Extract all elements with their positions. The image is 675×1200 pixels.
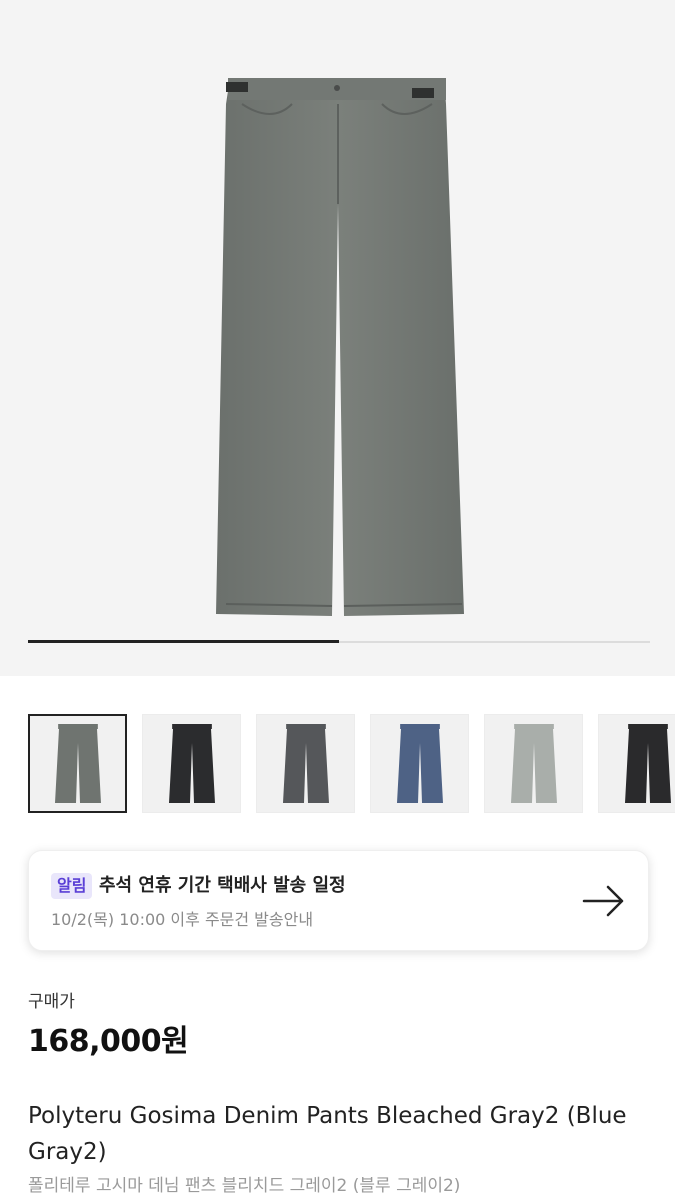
pants-thumbnail-image — [396, 723, 443, 803]
thumbnail-charcoal[interactable] — [256, 714, 355, 813]
product-title-en: Polyteru Gosima Denim Pants Bleached Gra… — [28, 1103, 627, 1165]
gallery-progress-fill — [28, 640, 339, 643]
pants-thumbnail-image — [54, 723, 101, 803]
pants-thumbnail-image — [168, 723, 215, 803]
thumbnail-strip[interactable] — [28, 714, 675, 814]
thumbnail-light-gray[interactable] — [484, 714, 583, 813]
notice-subtitle: 10/2(목) 10:00 이후 주문건 발송안내 — [51, 910, 314, 929]
notice-title: 추석 연휴 기간 택배사 발송 일정 — [99, 875, 346, 896]
gallery-progress-track — [28, 640, 650, 643]
arrow-right-icon[interactable] — [582, 883, 626, 919]
price-value: 168,000원 — [28, 1024, 189, 1059]
product-image-gallery[interactable] — [0, 0, 675, 676]
notice-badge: 알림 — [51, 873, 93, 899]
notice-banner[interactable]: 알림 추석 연휴 기간 택배사 발송 일정 10/2(목) 10:00 이후 주… — [28, 850, 649, 951]
thumbnail-blue[interactable] — [370, 714, 469, 813]
pants-thumbnail-image — [510, 723, 557, 803]
thumbnail-black-2[interactable] — [598, 714, 675, 813]
pants-thumbnail-image — [624, 723, 671, 803]
thumbnail-black[interactable] — [142, 714, 241, 813]
pants-product-image — [216, 78, 464, 616]
thumbnail-bleached-gray[interactable] — [28, 714, 127, 813]
product-title-ko: 폴리테루 고시마 데님 팬츠 블리치드 그레이2 (블루 그레이2) — [28, 1176, 461, 1196]
pants-thumbnail-image — [282, 723, 329, 803]
price-label: 구매가 — [28, 992, 75, 1012]
